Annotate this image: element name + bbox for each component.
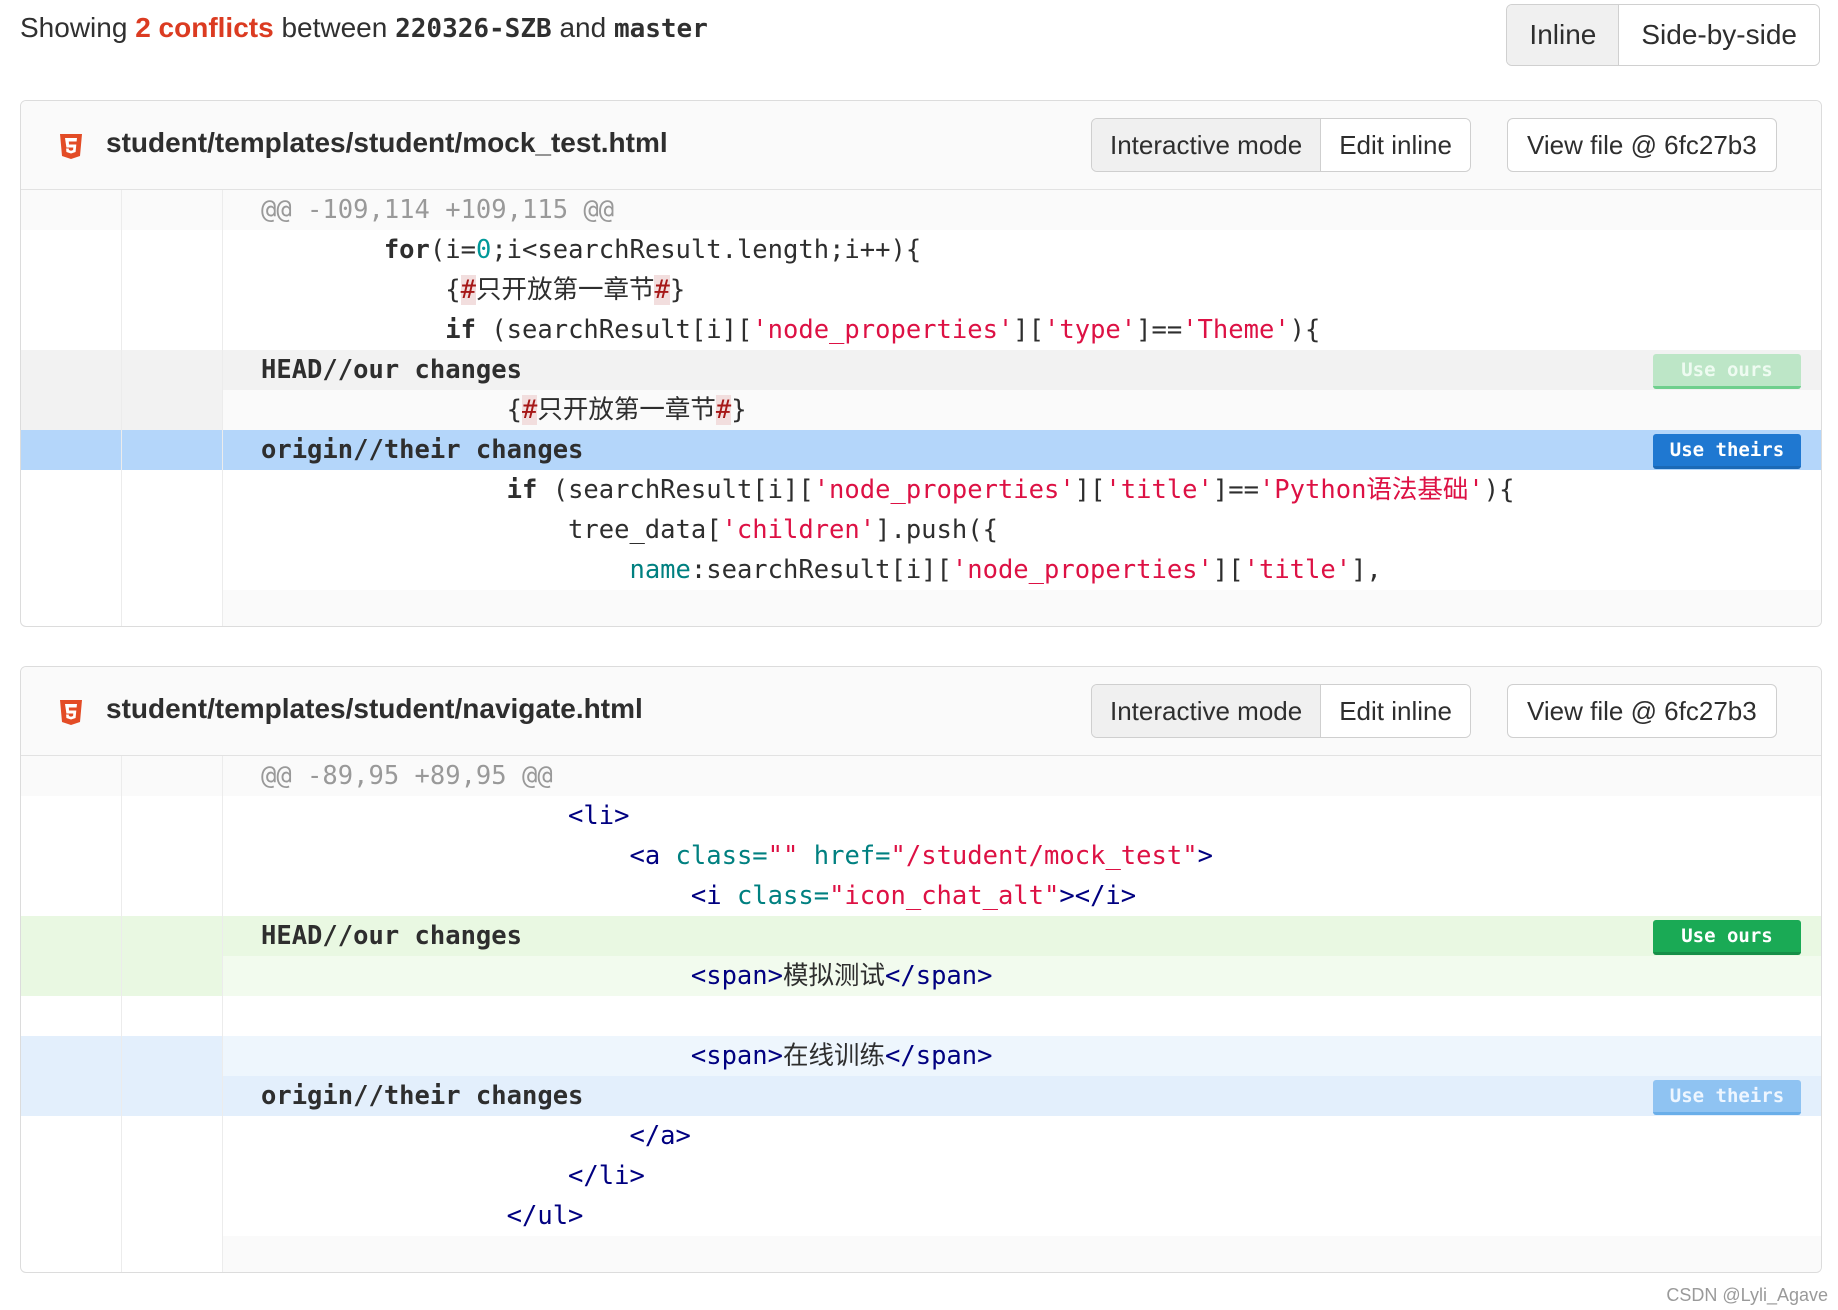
code-line: <li> xyxy=(21,796,1821,836)
file-path: student/templates/student/navigate.html xyxy=(106,693,643,724)
ours-marker: HEAD//our changes xyxy=(261,355,522,385)
theirs-marker-row: origin//their changes Use theirs xyxy=(21,1076,1821,1116)
theirs-marker: origin//their changes xyxy=(261,435,584,465)
code-line: {#只开放第一章节#} xyxy=(21,270,1821,310)
ours-marker-row: HEAD//our changes Use ours xyxy=(21,916,1821,956)
code-line: </a> xyxy=(21,1116,1821,1156)
ours-marker: HEAD//our changes xyxy=(261,921,522,951)
view-file-button[interactable]: View file @ 6fc27b3 xyxy=(1507,118,1777,172)
hunk-header: @@ -109,114 +109,115 @@ xyxy=(261,195,615,225)
diff-view-toggle: Inline Side-by-side xyxy=(1506,4,1820,66)
hunk-header: @@ -89,95 +89,95 @@ xyxy=(261,761,553,791)
edit-inline-button[interactable]: Edit inline xyxy=(1321,685,1470,737)
summary-between: between xyxy=(281,12,388,43)
code-line: <a class="" href="/student/mock_test"> xyxy=(21,836,1821,876)
hunk-header-row: @@ -89,95 +89,95 @@ xyxy=(21,756,1821,796)
side-by-side-view-button[interactable]: Side-by-side xyxy=(1618,5,1819,65)
resolve-mode-group: Interactive mode Edit inline xyxy=(1091,684,1471,738)
code-line: </ul> xyxy=(21,1196,1821,1236)
target-branch: master xyxy=(613,14,708,44)
inline-view-button[interactable]: Inline xyxy=(1507,5,1619,65)
ours-marker-row: HEAD//our changes Use ours xyxy=(21,350,1821,390)
interactive-mode-button[interactable]: Interactive mode xyxy=(1092,685,1322,737)
theirs-code-line: <span>在线训练</span> xyxy=(21,1036,1821,1076)
hunk-end-row xyxy=(21,590,1821,626)
conflict-file-mock-test: student/templates/student/mock_test.html… xyxy=(20,100,1822,627)
use-ours-button[interactable]: Use ours xyxy=(1653,920,1801,955)
theirs-marker-row: origin//their changes Use theirs xyxy=(21,430,1821,470)
conflict-code: @@ -109,114 +109,115 @@ for(i=0;i<search… xyxy=(21,190,1821,626)
conflict-separator-row xyxy=(21,996,1821,1036)
hunk-header-row: @@ -109,114 +109,115 @@ xyxy=(21,190,1821,230)
conflict-count: 2 conflicts xyxy=(135,12,274,43)
hunk-end-row xyxy=(21,1236,1821,1272)
use-theirs-button[interactable]: Use theirs xyxy=(1653,434,1801,469)
code-line: tree_data['children'].push({ xyxy=(21,510,1821,550)
code-line: name:searchResult[i]['node_properties'][… xyxy=(21,550,1821,590)
html5-file-icon xyxy=(60,134,82,159)
watermark: CSDN @Lyli_Agave xyxy=(1666,1285,1828,1305)
ours-code-line: {#只开放第一章节#} xyxy=(21,390,1821,430)
code-line: <i class="icon_chat_alt"></i> xyxy=(21,876,1821,916)
code-line: </li> xyxy=(21,1156,1821,1196)
conflict-file-navigate: student/templates/student/navigate.html … xyxy=(20,666,1822,1273)
theirs-marker: origin//their changes xyxy=(261,1081,584,1111)
file-path: student/templates/student/mock_test.html xyxy=(106,127,668,158)
summary-prefix: Showing xyxy=(20,12,128,43)
view-file-button[interactable]: View file @ 6fc27b3 xyxy=(1507,684,1777,738)
use-theirs-button[interactable]: Use theirs xyxy=(1653,1080,1801,1115)
file-header: student/templates/student/navigate.html … xyxy=(21,667,1821,756)
ours-code-line: <span>模拟测试</span> xyxy=(21,956,1821,996)
summary-and: and xyxy=(559,12,607,43)
code-line: if (searchResult[i]['node_properties']['… xyxy=(21,470,1821,510)
edit-inline-button[interactable]: Edit inline xyxy=(1321,119,1470,171)
conflict-code: @@ -89,95 +89,95 @@ <li> <a class="" hre… xyxy=(21,756,1821,1272)
merge-conflicts-header: Showing 2 conflicts between 220326-SZB a… xyxy=(20,0,1820,68)
code-line: if (searchResult[i]['node_properties']['… xyxy=(21,310,1821,350)
code-line: for(i=0;i<searchResult.length;i++){ xyxy=(21,230,1821,270)
conflict-summary: Showing 2 conflicts between 220326-SZB a… xyxy=(20,12,708,44)
file-header: student/templates/student/mock_test.html… xyxy=(21,101,1821,190)
source-branch: 220326-SZB xyxy=(395,14,552,44)
interactive-mode-button[interactable]: Interactive mode xyxy=(1092,119,1322,171)
use-ours-button[interactable]: Use ours xyxy=(1653,354,1801,389)
resolve-mode-group: Interactive mode Edit inline xyxy=(1091,118,1471,172)
html5-file-icon xyxy=(60,700,82,725)
